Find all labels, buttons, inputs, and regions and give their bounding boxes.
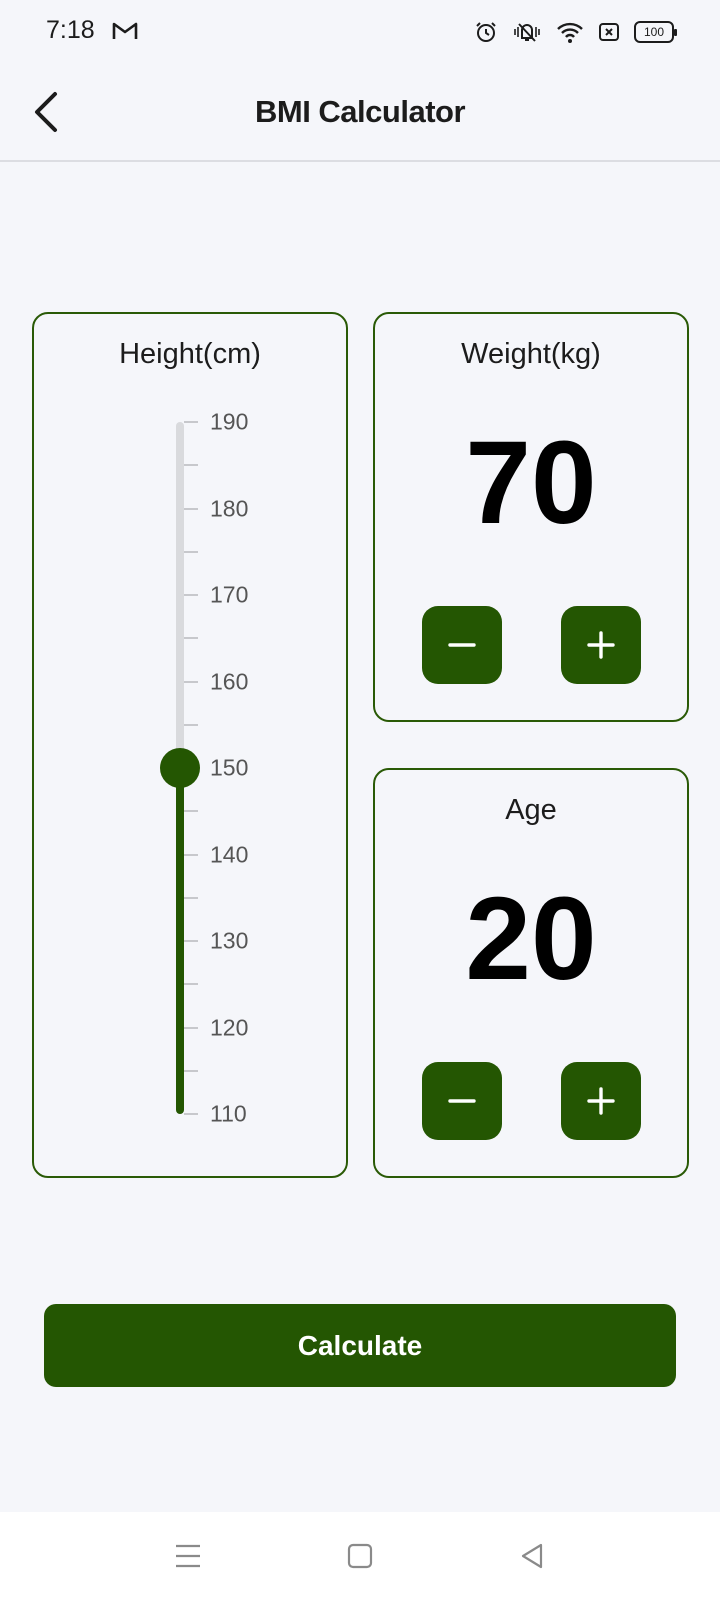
slider-tick [184, 1113, 198, 1115]
slider-tick [184, 637, 198, 640]
system-back-button[interactable] [510, 1534, 554, 1578]
slider-tick [184, 680, 198, 683]
age-decrement-button[interactable] [422, 1062, 502, 1140]
slider-tick-label: 170 [210, 581, 249, 608]
vibrate-off-icon [514, 23, 540, 42]
slider-tick-label: 130 [210, 927, 249, 954]
weight-increment-button[interactable] [561, 606, 641, 684]
slider-tick [184, 723, 198, 726]
weight-decrement-button[interactable] [422, 606, 502, 684]
age-card: Age 20 [373, 768, 689, 1178]
slider-tick [184, 550, 198, 553]
bmi-calculator-screen: 7:18 100 BMI Calculator Height(cm) 190 1… [0, 0, 720, 1600]
slider-tick-label: 120 [210, 1014, 249, 1040]
calculate-button[interactable]: Calculate [44, 1304, 676, 1387]
slider-tick [184, 464, 198, 467]
navigation-bar [0, 1512, 720, 1600]
home-icon [347, 1543, 373, 1569]
battery-icon: 100 [634, 21, 677, 43]
weight-title: Weight(kg) [461, 338, 601, 370]
age-increment-button[interactable] [561, 1062, 641, 1140]
weight-card: Weight(kg) 70 [373, 312, 689, 722]
height-slider[interactable]: 190 180 170 160 150 140 130 120 110 [34, 314, 350, 1180]
page-title: BMI Calculator [254, 94, 466, 129]
slider-tick [184, 810, 198, 813]
slider-tick [184, 896, 198, 899]
slider-tick-label: 180 [210, 495, 249, 521]
slider-tick [184, 594, 198, 596]
age-value: 20 [465, 873, 597, 1005]
slider-tick [184, 940, 198, 942]
home-button[interactable] [338, 1534, 382, 1578]
menu-icon [176, 1544, 200, 1568]
slider-tick [184, 1069, 198, 1072]
slider-tick-label: 140 [210, 841, 249, 867]
status-icons: 100 [474, 18, 677, 46]
recent-apps-button[interactable] [166, 1534, 210, 1578]
slider-tick [184, 983, 198, 986]
slider-tick-label: 150 [210, 754, 249, 781]
height-card: Height(cm) 190 180 170 160 150 140 130 120 110 [32, 312, 348, 1178]
slider-track[interactable] [176, 422, 184, 768]
wifi-icon [557, 22, 583, 43]
slider-tick [184, 507, 198, 510]
slider-tick-label: 160 [210, 668, 249, 694]
gmail-icon [112, 22, 138, 39]
slider-fill[interactable] [176, 768, 184, 1114]
minus-icon [448, 643, 476, 647]
slider-tick [184, 1026, 198, 1029]
plus-icon [587, 1087, 615, 1115]
app-bar: BMI Calculator [0, 64, 720, 162]
age-title: Age [505, 794, 557, 826]
back-icon [521, 1543, 543, 1569]
slider-thumb[interactable] [160, 748, 200, 788]
slider-tick-label: 190 [210, 408, 249, 435]
minus-icon [448, 1099, 476, 1103]
plus-icon [587, 631, 615, 659]
weight-value: 70 [465, 417, 597, 549]
slider-tick [184, 853, 198, 856]
slider-tick [184, 421, 198, 423]
battery-level: 100 [643, 25, 665, 39]
slider-tick-label: 110 [210, 1100, 247, 1127]
status-bar: 7:18 100 [0, 0, 720, 64]
alarm-icon [476, 22, 496, 42]
no-sim-icon [599, 23, 619, 41]
status-time: 7:18 [46, 16, 95, 44]
